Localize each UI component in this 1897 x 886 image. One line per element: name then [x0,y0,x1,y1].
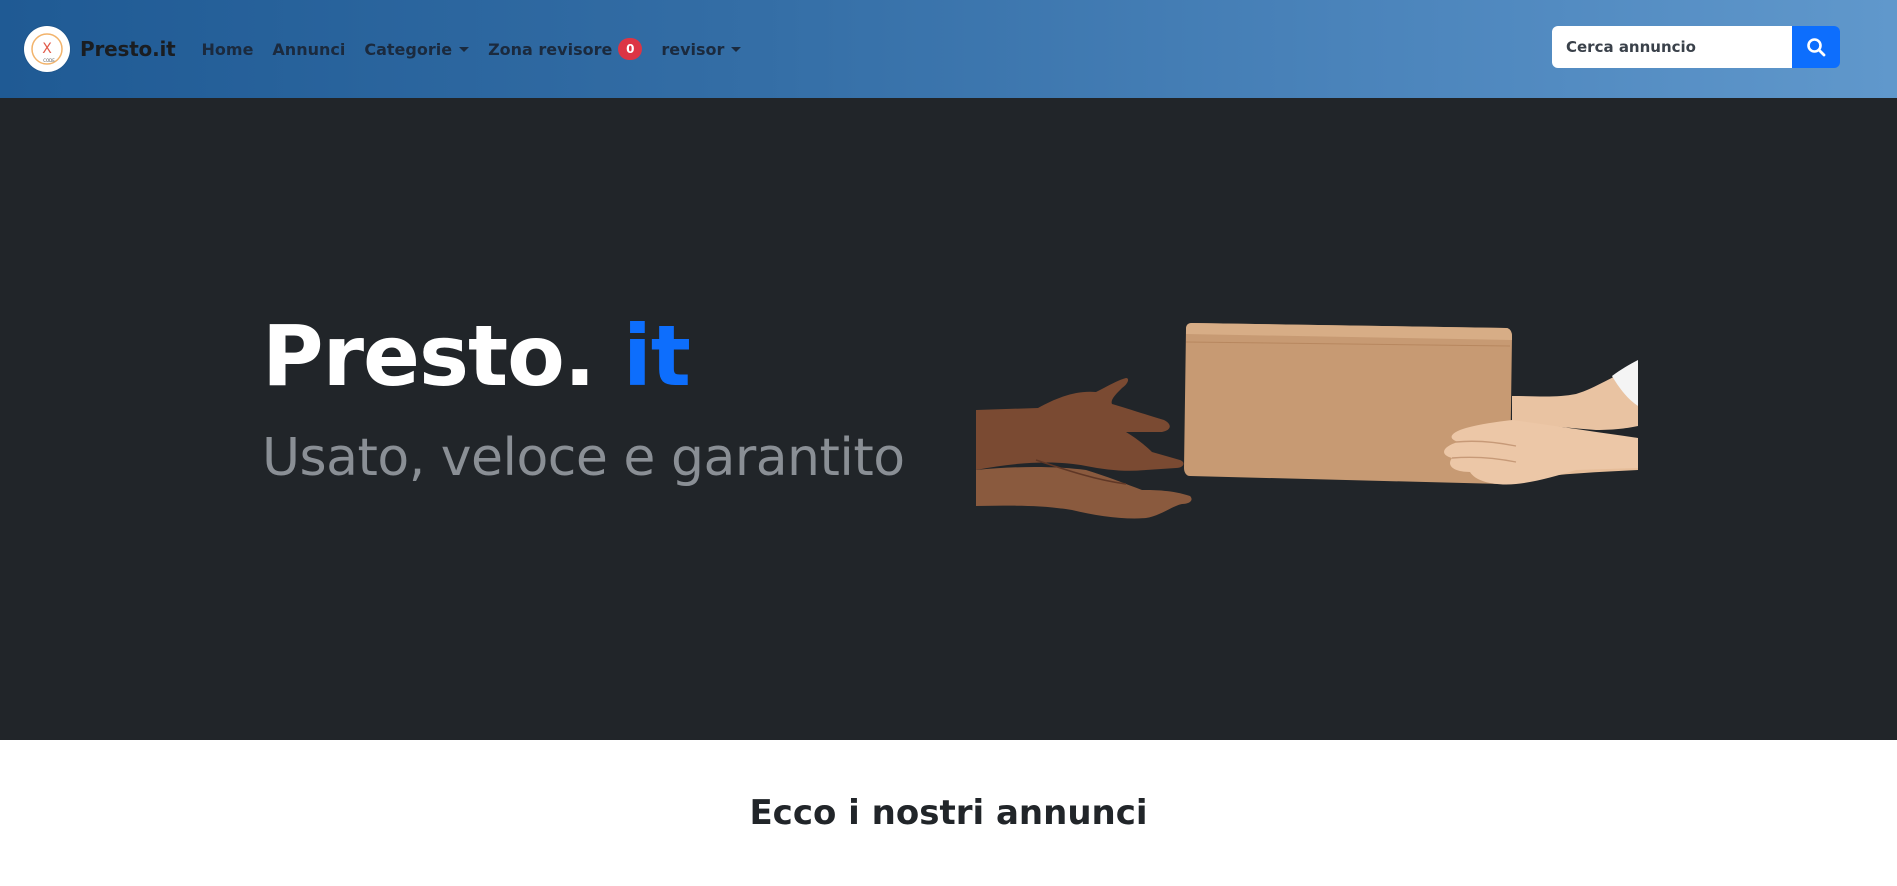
nav-user-dropdown[interactable]: revisor [661,39,742,59]
brand[interactable]: X CODE Presto.it [24,26,176,72]
hero-section: Presto. it Usato, veloce e garantito [0,98,1897,740]
nav-annunci-label: Annunci [272,39,346,59]
search-button[interactable] [1792,26,1840,68]
section-title: Ecco i nostri annunci [749,793,1148,833]
nav-home-label: Home [201,39,254,59]
hero-title: Presto. it [262,314,691,398]
hero-title-accent: it [622,307,691,405]
nav-zona-revisore[interactable]: Zona revisore 0 [488,38,643,60]
nav-annunci[interactable]: Annunci [272,40,345,59]
caret-down-icon [459,46,470,52]
caret-down-icon [731,46,742,52]
nav-categorie-dropdown[interactable]: Categorie [364,39,470,59]
svg-text:CODE: CODE [43,58,55,63]
logo-icon[interactable]: X CODE [24,26,70,72]
revisor-count-badge: 0 [618,38,643,60]
search-form [1552,26,1840,68]
search-icon [1807,38,1826,57]
nav-zona-revisore-label: Zona revisore [488,39,613,59]
top-navbar: X CODE Presto.it Home Annunci Categorie … [0,0,1897,98]
search-input[interactable] [1552,26,1792,68]
brand-name[interactable]: Presto.it [80,37,176,61]
hero-subtitle: Usato, veloce e garantito [262,428,905,488]
nav-user-label: revisor [661,39,725,59]
svg-text:X: X [42,41,52,57]
nav-links: Home Annunci Categorie Zona revisore 0 r… [202,38,761,60]
nav-categorie-label: Categorie [364,39,453,59]
nav-home[interactable]: Home [202,40,254,59]
hero-title-main: Presto. [262,307,596,405]
hands-passing-box-illustration [976,323,1638,519]
